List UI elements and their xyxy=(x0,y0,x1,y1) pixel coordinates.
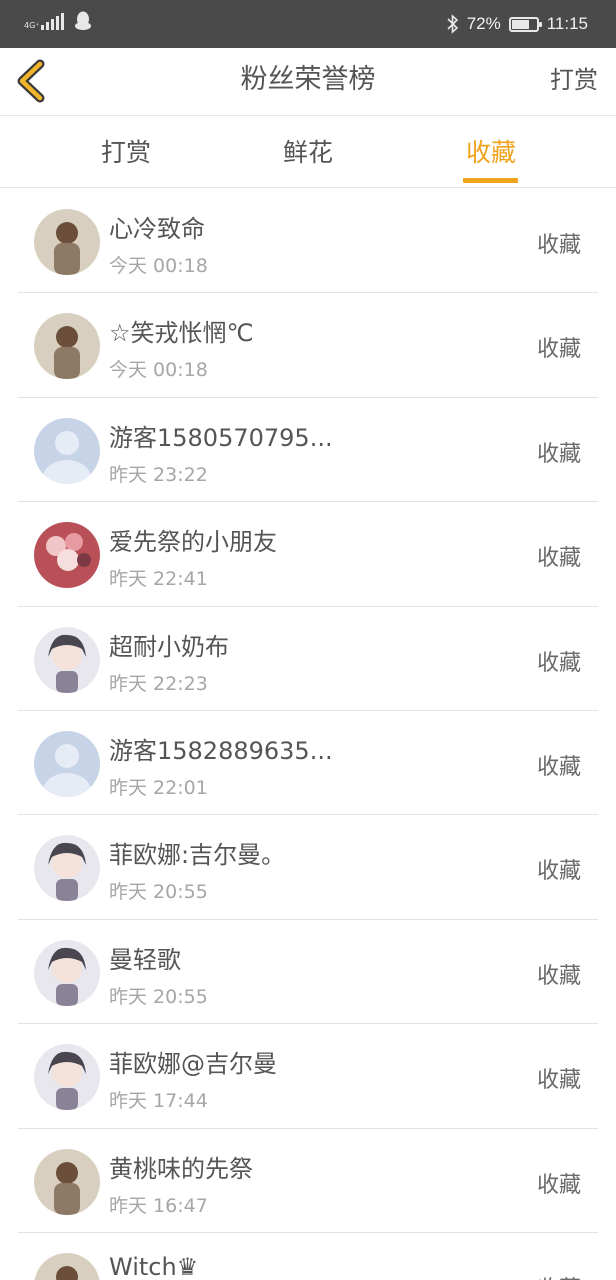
avatar[interactable] xyxy=(34,1148,100,1215)
tab-bar: 打赏 鲜花 收藏 xyxy=(0,116,616,188)
fan-row[interactable]: 曼轻歌昨天 20:55 收藏 xyxy=(0,920,616,1025)
fan-name: 超耐小奶布 xyxy=(109,632,229,661)
fan-name: 游客1580570795... xyxy=(109,423,333,452)
chevron-left-icon xyxy=(17,59,45,103)
fan-name: 黄桃味的先祭 xyxy=(109,1154,253,1183)
fan-action-label: 收藏 xyxy=(536,650,581,676)
avatar[interactable] xyxy=(34,1252,100,1280)
avatar[interactable] xyxy=(34,626,100,693)
fan-time: 昨天 22:41 xyxy=(109,568,208,591)
fan-name: 爱先祭的小朋友 xyxy=(109,528,277,557)
battery-icon xyxy=(508,16,542,32)
reward-button[interactable]: 打赏 xyxy=(550,48,598,116)
network-type: 4G⁺ xyxy=(24,21,40,30)
active-tab-indicator xyxy=(463,178,518,183)
avatar[interactable] xyxy=(34,313,100,380)
tab-reward[interactable]: 打赏 xyxy=(71,116,181,188)
fan-row[interactable]: Witch♛ 收藏 xyxy=(0,1233,616,1280)
fan-name: ☆笑戎怅惘℃ xyxy=(109,319,254,348)
fan-time: 昨天 20:55 xyxy=(109,881,208,904)
qq-icon xyxy=(74,11,91,30)
back-button[interactable] xyxy=(14,56,58,106)
fan-action-label: 收藏 xyxy=(536,546,581,572)
fan-action-label: 收藏 xyxy=(536,1172,581,1198)
avatar[interactable] xyxy=(34,939,100,1006)
status-right: 72% 11:15 xyxy=(447,0,588,48)
avatar[interactable] xyxy=(34,209,100,275)
fan-row[interactable]: 心冷致命今天 00:18 收藏 xyxy=(0,189,616,294)
battery-fill xyxy=(511,19,529,29)
avatar[interactable] xyxy=(34,522,100,589)
nav-bar: 粉丝荣誉榜 打赏 xyxy=(0,48,616,116)
fan-time: 昨天 20:55 xyxy=(109,985,208,1008)
fan-time: 昨天 16:47 xyxy=(109,1194,208,1217)
fan-row[interactable]: 黄桃味的先祭昨天 16:47 收藏 xyxy=(0,1129,616,1234)
fan-name: Witch♛ xyxy=(109,1252,199,1280)
fan-action-label: 收藏 xyxy=(536,963,581,989)
fan-time: 昨天 17:44 xyxy=(109,1090,208,1113)
fan-time: 昨天 22:23 xyxy=(109,672,208,695)
fan-row[interactable]: 菲欧娜:吉尔曼。昨天 20:55 收藏 xyxy=(0,815,616,921)
tab-flowers[interactable]: 鲜花 xyxy=(253,116,363,188)
fan-name: 游客1582889635... xyxy=(109,736,333,765)
fan-action-label: 收藏 xyxy=(536,233,581,258)
page-title: 粉丝荣誉榜 xyxy=(240,64,376,95)
fan-name: 曼轻歌 xyxy=(109,945,181,974)
status-left: 4G⁺ xyxy=(24,11,92,31)
fan-row[interactable]: 游客1582889635... 昨天 22:01 收藏 xyxy=(0,711,616,816)
bluetooth-icon xyxy=(447,14,458,34)
fan-row[interactable]: 游客1580570795... 昨天 23:22 收藏 xyxy=(0,398,616,503)
fan-action-label: 收藏 xyxy=(536,441,581,467)
fan-name: 菲欧娜@吉尔曼 xyxy=(109,1050,277,1079)
fan-time: 今天 00:18 xyxy=(109,359,208,382)
battery-percent: 72% xyxy=(466,14,501,33)
avatar[interactable] xyxy=(34,730,100,797)
fan-action-label: 收藏 xyxy=(537,1271,581,1280)
fan-name: 菲欧娜:吉尔曼。 xyxy=(109,841,286,870)
fan-action-label: 收藏 xyxy=(536,754,581,780)
fan-list: 心冷致命 今天 00:18 收藏 ☆笑戎怅惘℃ 今天 00:18 收藏 游客15805707… xyxy=(0,189,616,1280)
clock: 11:15 xyxy=(546,14,588,33)
fan-row[interactable]: ☆笑戎怅惘℃ 今天 00:18 收藏 xyxy=(0,293,616,399)
fan-row[interactable]: 菲欧娜@吉尔曼昨天 17:44 收藏 xyxy=(0,1024,616,1129)
fan-time: 昨天 22:01 xyxy=(109,776,208,799)
avatar[interactable] xyxy=(34,1044,100,1111)
status-bar: 4G⁺ 72% 11:15 xyxy=(0,0,616,48)
fan-row[interactable]: 爱先祭的小朋友昨天 22:41 收藏 xyxy=(0,502,616,607)
fan-action-label: 收藏 xyxy=(536,859,581,885)
avatar[interactable] xyxy=(34,835,100,902)
fan-row[interactable]: 超耐小奶布昨天 22:23 收藏 xyxy=(0,607,616,712)
fan-action-label: 收藏 xyxy=(536,337,581,363)
fan-action-label: 收藏 xyxy=(536,1068,581,1094)
fan-time: 今天 00:18 xyxy=(109,255,208,277)
signal-icon xyxy=(40,12,64,30)
fan-time: 昨天 23:22 xyxy=(109,463,208,486)
fan-name: 心冷致命 xyxy=(109,215,205,243)
avatar[interactable] xyxy=(34,417,100,484)
